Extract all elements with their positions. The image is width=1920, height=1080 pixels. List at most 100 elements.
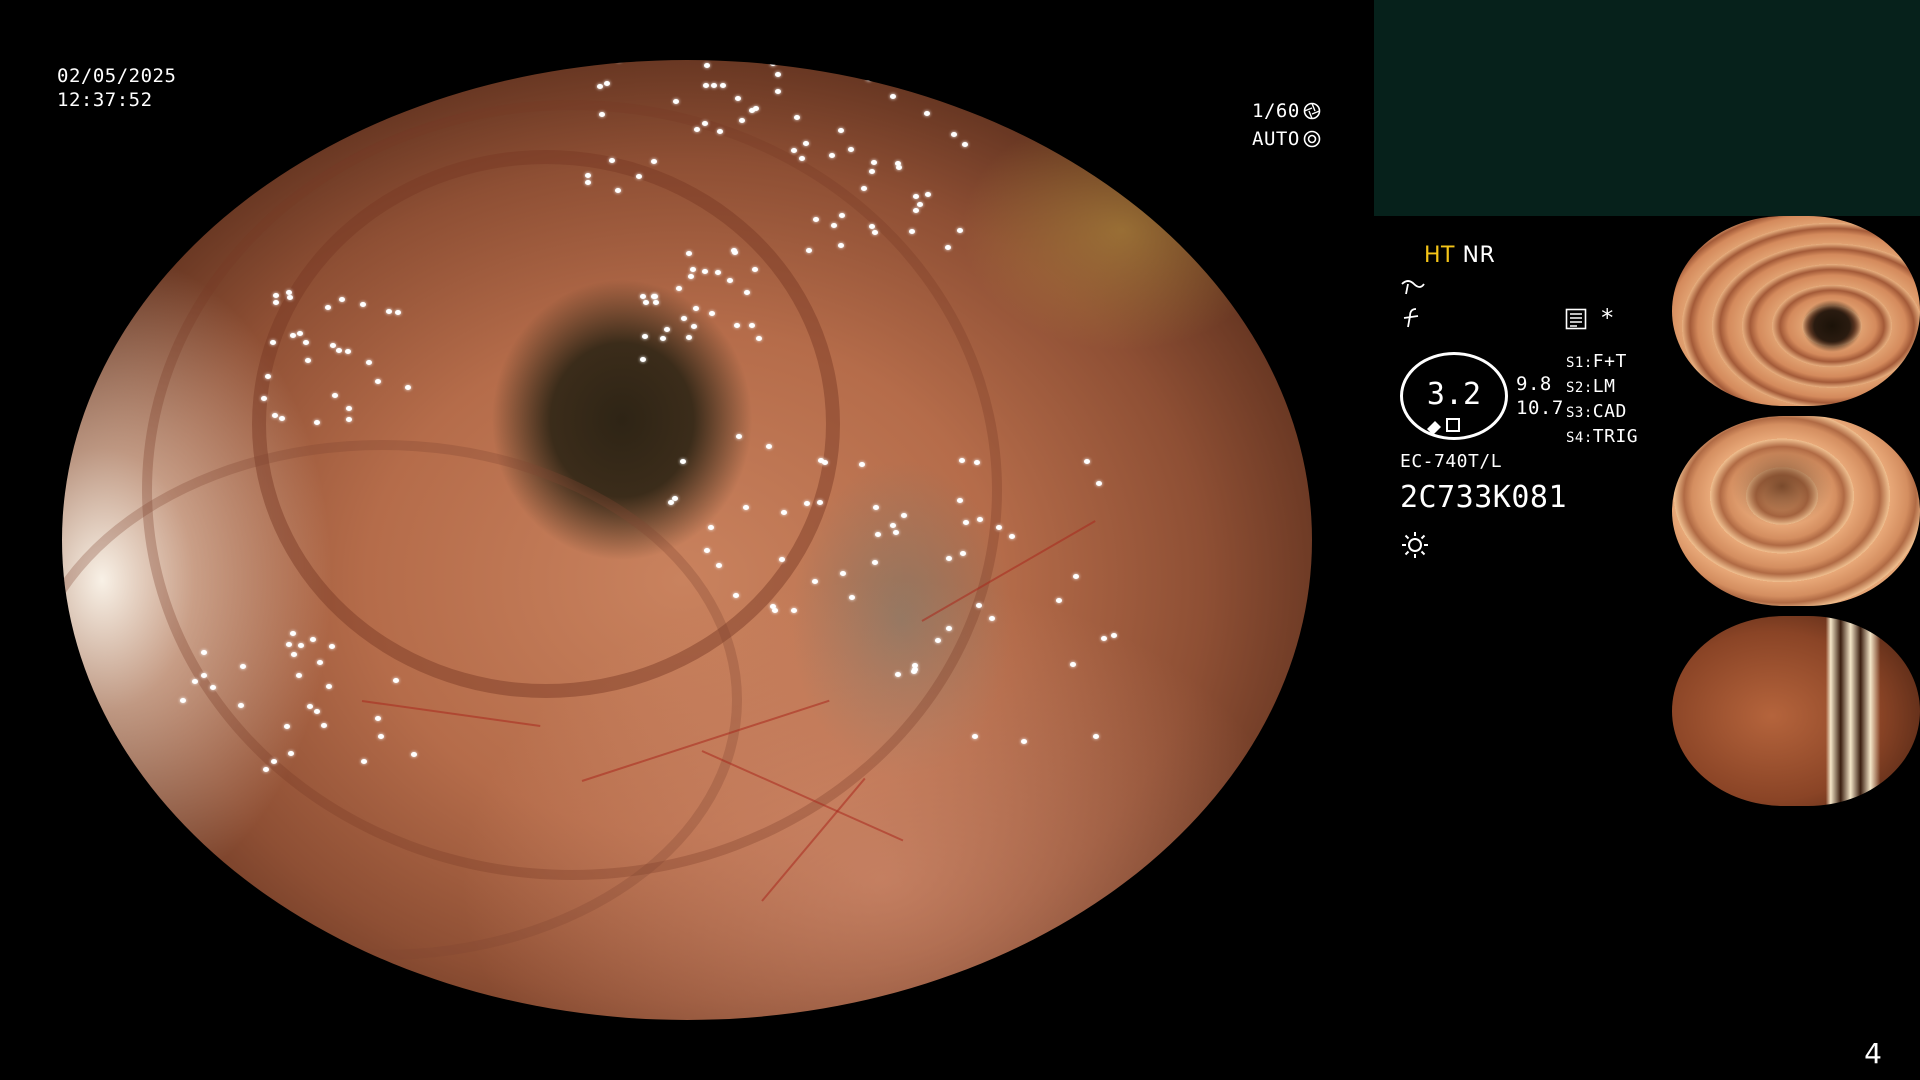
- switch-label: S1:: [1566, 355, 1593, 371]
- specular-highlight: [1055, 597, 1062, 603]
- info-panel-header: [1374, 0, 1920, 216]
- specular-highlight: [755, 335, 762, 341]
- endoscope-main-view: [62, 60, 1312, 1020]
- specular-highlight: [200, 649, 207, 655]
- value-readout: 9.8 10.7: [1516, 372, 1564, 420]
- specular-highlight: [923, 111, 930, 117]
- switch-label: S3:: [1566, 405, 1593, 421]
- specular-highlight: [710, 83, 717, 89]
- specular-highlight: [282, 977, 289, 983]
- switch-value: CAD: [1592, 401, 1627, 422]
- specular-highlight: [780, 509, 787, 515]
- specular-highlight: [213, 996, 220, 1002]
- specular-highlight: [908, 229, 915, 235]
- specular-highlight: [865, 76, 872, 82]
- specular-highlight: [735, 96, 742, 102]
- specular-highlight: [166, 910, 173, 916]
- specular-highlight: [957, 497, 964, 503]
- specular-highlight: [660, 335, 667, 341]
- specular-highlight: [874, 532, 881, 538]
- specular-highlight: [1096, 481, 1103, 487]
- specular-highlight: [316, 660, 323, 666]
- value-bottom: 10.7: [1516, 397, 1564, 419]
- exposure-mode-text: AUTO: [1252, 128, 1300, 150]
- thumbnail-caption: 2C733K081: [1678, 593, 1722, 602]
- specular-highlight: [187, 1004, 194, 1010]
- specular-highlight: [685, 250, 692, 256]
- thumbnail-2[interactable]: 2C733K081: [1672, 416, 1920, 606]
- specular-highlight: [320, 722, 327, 728]
- specular-highlight: [956, 227, 963, 233]
- specular-highlight: [871, 559, 878, 565]
- specular-highlight: [1100, 635, 1107, 641]
- specular-highlight: [704, 62, 711, 68]
- specular-highlight: [219, 963, 226, 969]
- specular-highlight: [944, 244, 951, 250]
- specular-highlight: [946, 625, 953, 631]
- specular-highlight: [328, 643, 335, 649]
- thumbnail-3[interactable]: 2C733K081: [1672, 616, 1920, 806]
- specular-highlight: [239, 664, 246, 670]
- specular-highlight: [794, 114, 801, 120]
- specular-highlight: [765, 443, 772, 449]
- zoom-level-icon: [1427, 418, 1460, 435]
- specular-highlight: [616, 60, 623, 63]
- exposure-overlay: 1/60 AUTO: [1252, 99, 1321, 151]
- specular-highlight: [716, 128, 723, 134]
- specular-highlight: [344, 349, 351, 355]
- specular-highlight: [837, 127, 844, 133]
- specular-highlight: [652, 299, 659, 305]
- specular-highlight: [1021, 739, 1028, 745]
- specular-highlight: [270, 759, 277, 765]
- specular-highlight: [702, 268, 709, 274]
- specular-highlight: [917, 201, 924, 207]
- specular-highlight: [359, 302, 366, 308]
- specular-highlight: [744, 289, 751, 295]
- specular-highlight: [708, 524, 715, 530]
- specular-highlight: [812, 216, 819, 222]
- specular-highlight: [285, 642, 292, 648]
- specular-highlight: [405, 384, 412, 390]
- specular-highlight: [287, 750, 294, 756]
- specular-highlight: [848, 147, 855, 153]
- specular-highlight: [828, 152, 835, 158]
- specular-highlight: [962, 519, 969, 525]
- specular-highlight: [156, 951, 163, 957]
- specular-highlight: [779, 556, 786, 562]
- specular-highlight: [1008, 533, 1015, 539]
- specular-highlight: [1084, 458, 1091, 464]
- specular-highlight: [289, 332, 296, 338]
- specular-highlight: [911, 662, 918, 668]
- specular-highlight: [735, 433, 742, 439]
- specular-highlight: [838, 243, 844, 249]
- specular-highlight: [924, 192, 931, 198]
- scope-model: EC-740T/L: [1400, 451, 1503, 472]
- specular-highlight: [802, 141, 809, 147]
- zoom-gauge: 3.2: [1400, 352, 1508, 440]
- specular-highlight: [770, 60, 777, 66]
- specular-highlight: [838, 212, 845, 218]
- specular-highlight: [731, 250, 738, 256]
- specular-highlight: [273, 299, 280, 305]
- specular-highlight: [603, 81, 610, 87]
- specular-highlight: [798, 155, 805, 161]
- specular-highlight: [209, 684, 216, 690]
- specular-highlight: [774, 89, 781, 95]
- specular-highlight: [142, 934, 149, 940]
- specular-highlight: [900, 513, 907, 519]
- specular-highlight: [868, 169, 875, 175]
- specular-highlight: [189, 991, 196, 997]
- specular-highlight: [240, 947, 247, 953]
- switch-value: F+T: [1592, 351, 1627, 372]
- specular-highlight: [708, 310, 715, 316]
- specular-highlight: [324, 305, 331, 311]
- specular-highlight: [153, 924, 160, 930]
- specular-highlight: [961, 141, 968, 147]
- datetime-overlay: 02/05/2025 12:37:52: [57, 64, 176, 112]
- specular-highlight: [201, 672, 208, 678]
- specular-highlight: [238, 953, 245, 959]
- specular-highlight: [714, 269, 721, 275]
- specular-highlight: [249, 980, 256, 986]
- specular-highlight: [912, 193, 919, 199]
- thumbnail-1[interactable]: 2C733K081: [1672, 216, 1920, 406]
